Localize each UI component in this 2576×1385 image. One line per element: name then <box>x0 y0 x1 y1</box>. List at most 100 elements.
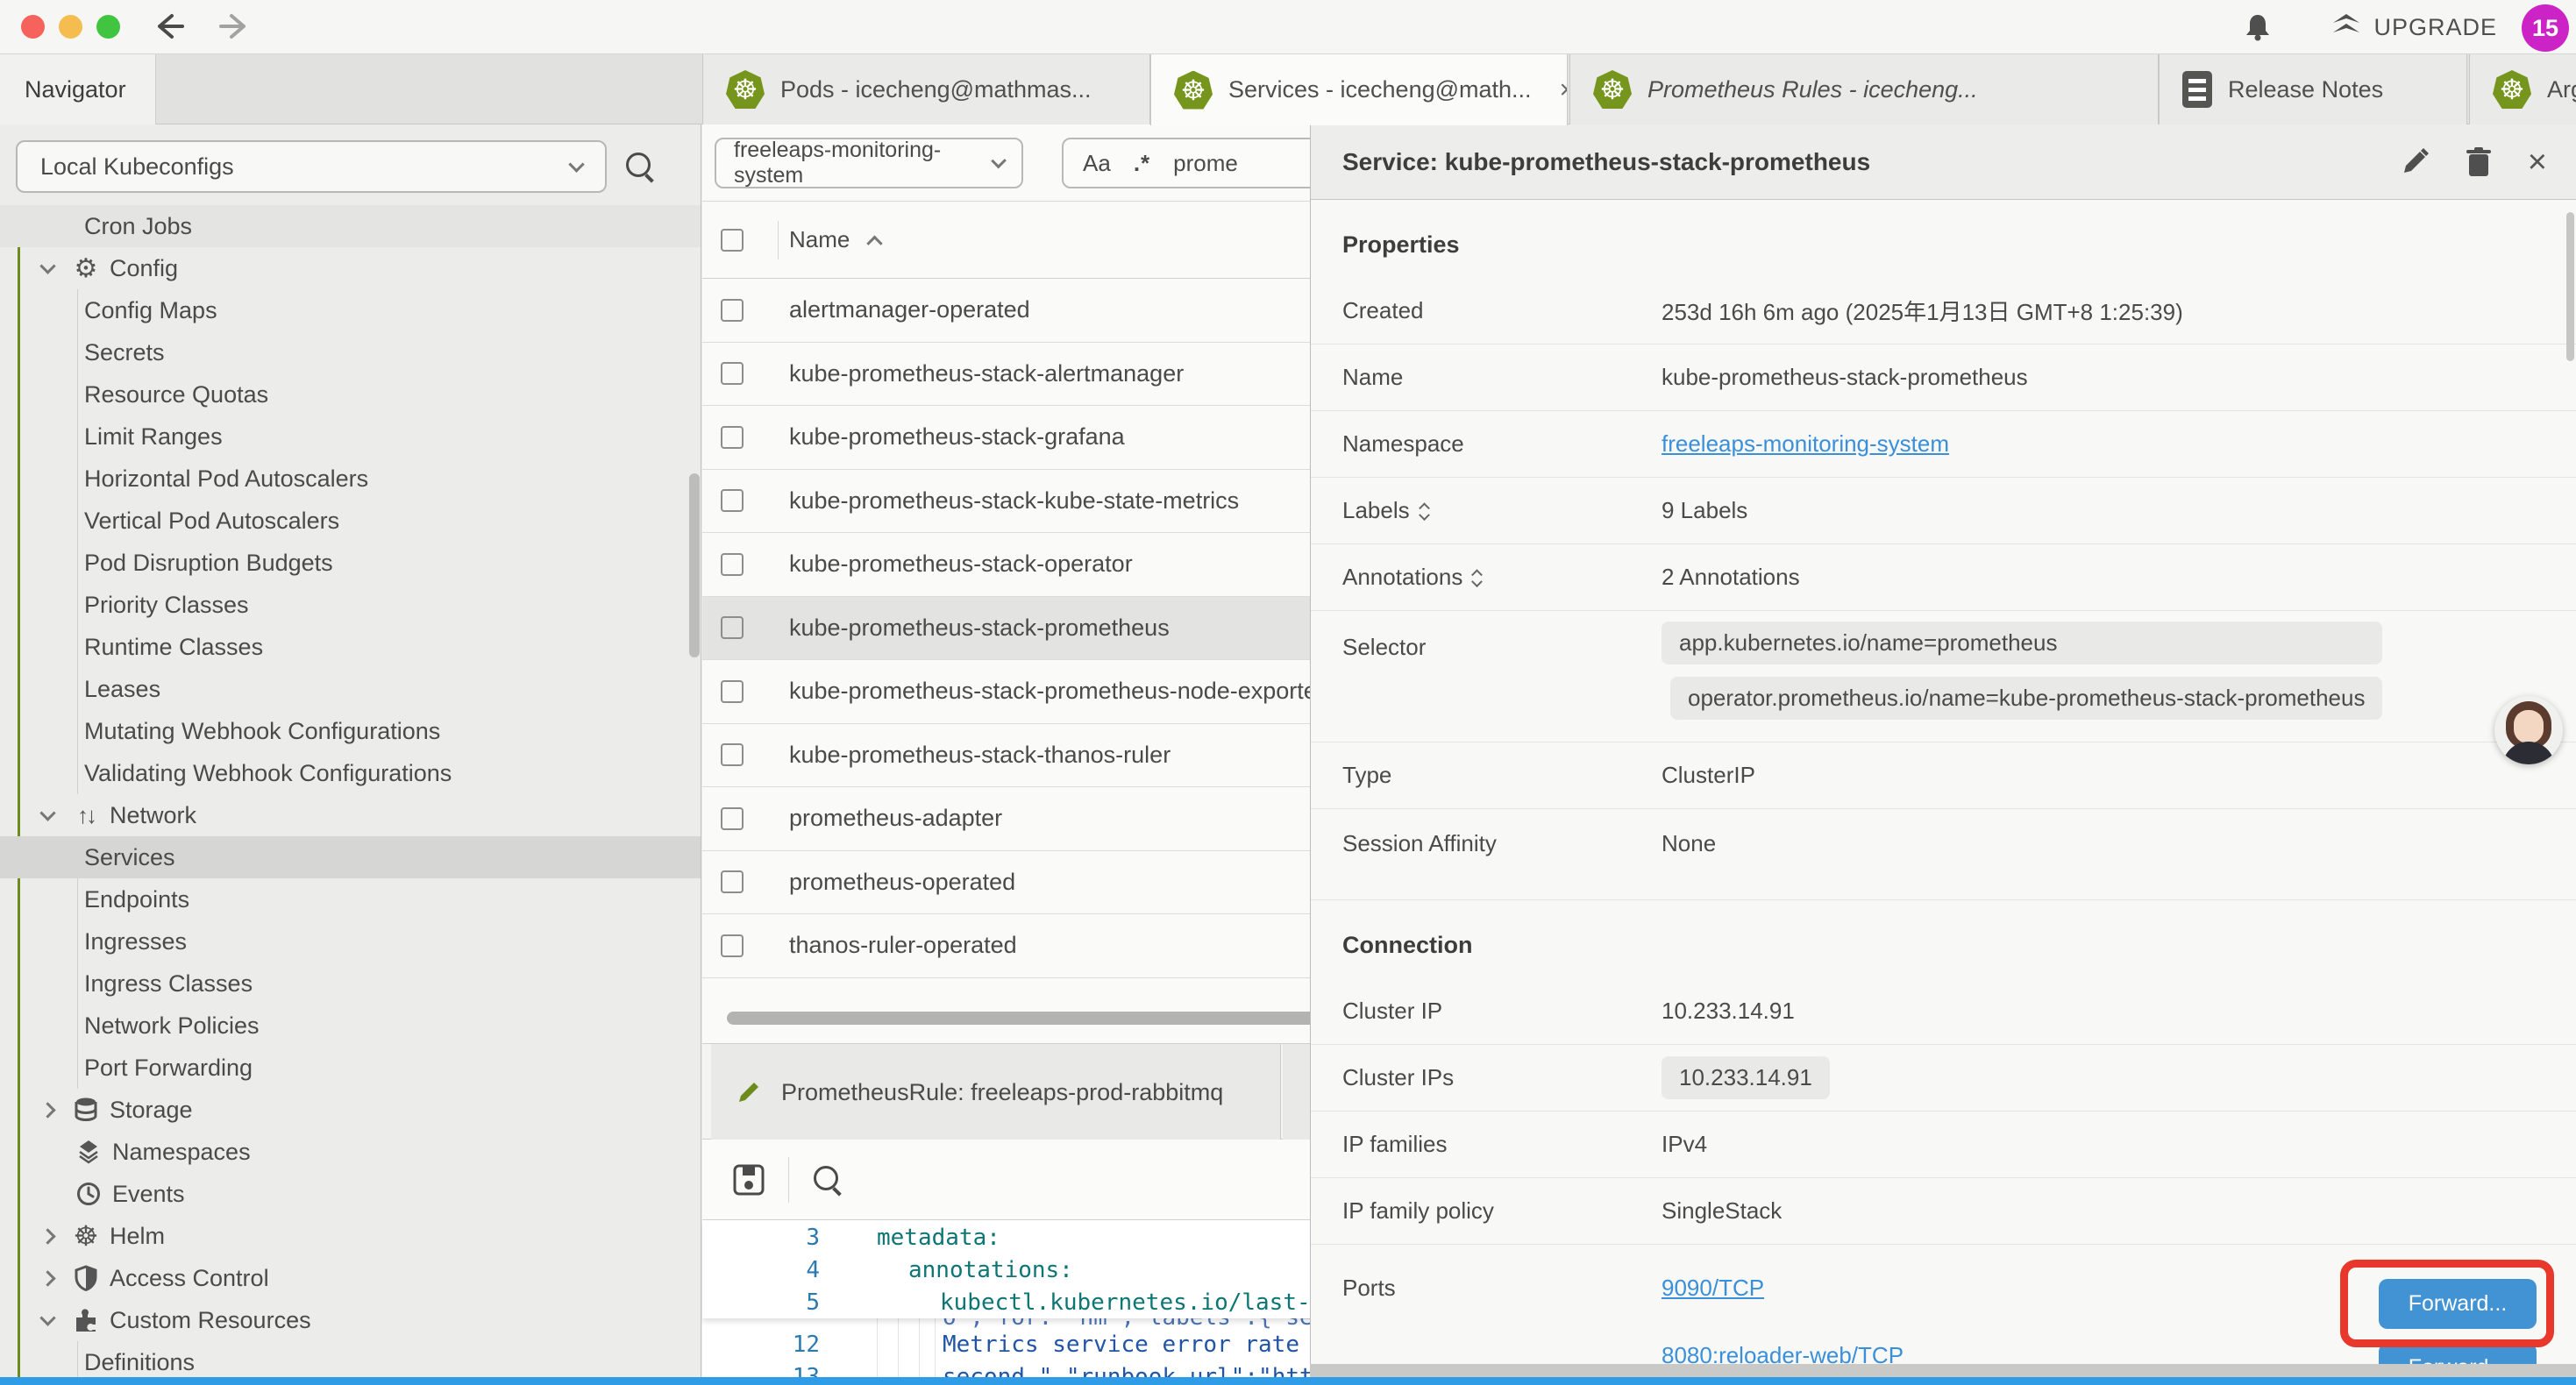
close-icon[interactable]: × <box>2528 146 2547 179</box>
column-divider <box>778 221 779 259</box>
chevron-down-icon[interactable] <box>39 258 55 273</box>
sidebar-item-horizontal-pod-autoscalers[interactable]: Horizontal Pod Autoscalers <box>0 458 701 500</box>
back-arrow-icon[interactable] <box>151 11 186 42</box>
detail-scrollbar[interactable] <box>2566 212 2574 361</box>
row-checkbox[interactable] <box>721 553 744 576</box>
sidebar-item-events[interactable]: Events <box>0 1173 701 1215</box>
annotations-count[interactable]: 2 Annotations <box>1662 564 1800 591</box>
selector-row: Selector app.kubernetes.io/name=promethe… <box>1311 611 2576 742</box>
tab-argo-label: Argo Se <box>2547 76 2576 103</box>
navigator-sidebar: Local Kubeconfigs Cron Jobs ⚙ Config Con… <box>0 124 701 1377</box>
notifications-bell-icon[interactable] <box>2242 11 2274 43</box>
cluster-ips-row: Cluster IPs 10.233.14.91 <box>1311 1045 2576 1112</box>
sidebar-item-storage[interactable]: Storage <box>0 1089 701 1131</box>
row-checkbox[interactable] <box>721 362 744 385</box>
sidebar-item-secrets[interactable]: Secrets <box>0 331 701 373</box>
port-link[interactable]: 9090/TCP <box>1662 1275 1904 1302</box>
notification-count-badge[interactable]: 15 <box>2522 4 2569 52</box>
row-checkbox[interactable] <box>721 616 744 639</box>
save-icon[interactable] <box>732 1163 765 1197</box>
annotation-highlight-rectangle <box>2340 1260 2554 1347</box>
sidebar-item-vertical-pod-autoscalers[interactable]: Vertical Pod Autoscalers <box>0 500 701 542</box>
helm-icon: ☸ <box>71 1219 101 1253</box>
traffic-light-zoom-icon[interactable] <box>96 15 120 39</box>
delete-trash-icon[interactable] <box>2465 146 2493 178</box>
tab-pods[interactable]: ☸ Pods - icecheng@mathmas... <box>702 54 1150 124</box>
row-checkbox[interactable] <box>721 743 744 766</box>
chevron-down-icon[interactable] <box>39 805 55 820</box>
kubernetes-icon: ☸ <box>2493 70 2531 109</box>
row-checkbox[interactable] <box>721 807 744 830</box>
row-checkbox[interactable] <box>721 934 744 957</box>
sidebar-item-config-maps[interactable]: Config Maps <box>0 289 701 331</box>
kubernetes-icon: ☸ <box>1174 71 1213 110</box>
sidebar-item-helm[interactable]: ☸ Helm <box>0 1215 701 1257</box>
sidebar-item-ingresses[interactable]: Ingresses <box>0 920 701 962</box>
upgrade-chevrons-icon <box>2331 12 2361 42</box>
expand-collapse-icon[interactable] <box>1473 567 1481 588</box>
edit-pencil-icon[interactable] <box>2400 147 2430 177</box>
sidebar-item-pod-disruption-budgets[interactable]: Pod Disruption Budgets <box>0 542 701 584</box>
chevron-down-icon[interactable] <box>39 1310 55 1325</box>
upgrade-button[interactable]: UPGRADE <box>2331 12 2497 42</box>
chevron-right-icon[interactable] <box>39 1228 55 1244</box>
traffic-light-close-icon[interactable] <box>21 15 45 39</box>
avatar[interactable] <box>2494 696 2563 764</box>
tab-close-icon[interactable]: × <box>1560 75 1568 105</box>
tab-release-notes[interactable]: Release Notes <box>2159 54 2467 124</box>
sidebar-item-access-control[interactable]: Access Control <box>0 1257 701 1299</box>
sidebar-scrollbar[interactable] <box>689 473 700 657</box>
namespace-filter-dropdown[interactable]: freeleaps-monitoring-system <box>715 138 1023 188</box>
sidebar-item-resource-quotas[interactable]: Resource Quotas <box>0 373 701 416</box>
sidebar-item-ingress-classes[interactable]: Ingress Classes <box>0 962 701 1005</box>
sidebar-item-services[interactable]: Services <box>0 836 701 878</box>
sidebar-item-definitions[interactable]: Definitions <box>0 1341 701 1377</box>
sidebar-item-endpoints[interactable]: Endpoints <box>0 878 701 920</box>
namespace-link[interactable]: freeleaps-monitoring-system <box>1662 430 1949 458</box>
created-value: 253d 16h 6m ago (2025年1月13日 GMT+8 1:25:3… <box>1662 295 2183 327</box>
sort-ascending-icon <box>867 236 883 252</box>
sidebar-item-validating-webhook-configurations[interactable]: Validating Webhook Configurations <box>0 752 701 794</box>
gears-icon: ⚙ <box>71 253 101 284</box>
port-link[interactable]: 8080:reloader-web/TCP <box>1662 1342 1904 1366</box>
tab-navigator[interactable]: Navigator <box>0 54 156 124</box>
match-case-toggle[interactable]: Aa <box>1083 150 1111 177</box>
row-checkbox[interactable] <box>721 426 744 449</box>
sidebar-item-leases[interactable]: Leases <box>0 668 701 710</box>
expand-collapse-icon[interactable] <box>1420 501 1428 522</box>
sidebar-item-mutating-webhook-configurations[interactable]: Mutating Webhook Configurations <box>0 710 701 752</box>
tab-argo[interactable]: ☸ Argo Se <box>2469 54 2576 124</box>
sidebar-item-priority-classes[interactable]: Priority Classes <box>0 584 701 626</box>
editor-tab-label: PrometheusRule: freeleaps-prod-rabbitmq <box>781 1079 1223 1106</box>
labels-count[interactable]: 9 Labels <box>1662 497 1747 524</box>
chevron-right-icon[interactable] <box>39 1102 55 1118</box>
name-column-header[interactable]: Name <box>789 226 880 253</box>
kubeconfig-selector[interactable]: Local Kubeconfigs <box>16 140 607 193</box>
sidebar-item-cron-jobs[interactable]: Cron Jobs <box>0 205 701 247</box>
row-checkbox[interactable] <box>721 680 744 703</box>
editor-tab-prometheusrule[interactable]: PrometheusRule: freeleaps-prod-rabbitmq <box>711 1044 1281 1140</box>
editor-search-icon[interactable] <box>812 1164 843 1196</box>
window-bottom-accent <box>0 1377 2576 1385</box>
tab-prometheus-rules[interactable]: ☸ Prometheus Rules - icecheng... <box>1569 54 2159 124</box>
row-checkbox[interactable] <box>721 870 744 893</box>
regex-toggle[interactable]: .* <box>1134 150 1150 177</box>
sidebar-item-limit-ranges[interactable]: Limit Ranges <box>0 416 701 458</box>
sidebar-search-icon[interactable] <box>624 151 656 182</box>
tab-services[interactable]: ☸ Services - icecheng@math... × <box>1150 54 1568 125</box>
select-all-checkbox[interactable] <box>721 229 744 252</box>
sidebar-item-port-forwarding[interactable]: Port Forwarding <box>0 1047 701 1089</box>
sidebar-item-network[interactable]: ↑↓ Network <box>0 794 701 836</box>
sidebar-item-namespaces[interactable]: Namespaces <box>0 1131 701 1173</box>
row-checkbox[interactable] <box>721 299 744 322</box>
sidebar-item-config[interactable]: ⚙ Config <box>0 247 701 289</box>
forward-arrow-icon[interactable] <box>217 11 253 42</box>
sidebar-item-runtime-classes[interactable]: Runtime Classes <box>0 626 701 668</box>
row-checkbox[interactable] <box>721 489 744 512</box>
chevron-right-icon[interactable] <box>39 1270 55 1286</box>
sidebar-item-custom-resources[interactable]: Custom Resources <box>0 1299 701 1341</box>
line-number: 4 <box>702 1254 820 1287</box>
sidebar-item-network-policies[interactable]: Network Policies <box>0 1005 701 1047</box>
traffic-light-minimize-icon[interactable] <box>59 15 82 39</box>
line-number: 5 <box>702 1287 820 1319</box>
